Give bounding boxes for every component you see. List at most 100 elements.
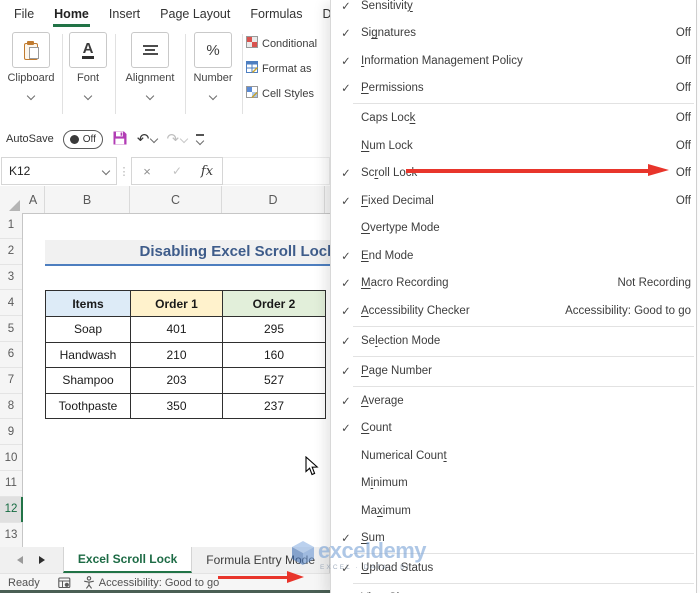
table-cell[interactable]: Toothpaste <box>45 392 131 419</box>
column-header-b[interactable]: B <box>45 186 130 213</box>
menu-item-caps-lock[interactable]: Caps Lock Off <box>331 105 696 133</box>
menu-item-signatures[interactable]: ✓ Signatures Off <box>331 20 696 48</box>
menu-item-fixed-decimal[interactable]: ✓ Fixed Decimal Off <box>331 187 696 215</box>
table-cell[interactable]: 210 <box>130 341 223 368</box>
undo-button[interactable]: ↶ <box>137 132 159 147</box>
menu-item-numerical-count[interactable]: Numerical Count <box>331 442 696 470</box>
alignment-icon[interactable] <box>131 32 169 68</box>
row-header-3[interactable]: 3 <box>0 265 22 291</box>
chevron-down-icon[interactable] <box>150 134 159 144</box>
select-all-corner[interactable] <box>0 186 23 214</box>
chevron-down-icon <box>195 136 205 146</box>
menu-item-value: Off <box>675 82 691 95</box>
styles-button-cell-styles[interactable]: Cell Styles <box>246 81 330 106</box>
ribbon-group-font[interactable]: A Font <box>58 32 118 104</box>
column-header-c[interactable]: C <box>130 186 222 213</box>
table-cell[interactable]: 350 <box>130 392 223 419</box>
redo-button[interactable]: ↷ <box>166 132 189 147</box>
menu-item-information-management-policy[interactable]: ✓ Information Management Policy Off <box>331 47 696 75</box>
table-cell[interactable]: Soap <box>45 316 131 343</box>
row-header-12[interactable]: 12 <box>0 496 23 523</box>
menu-item-page-number[interactable]: ✓ Page Number <box>331 357 696 385</box>
table-header-items[interactable]: Items <box>45 290 131 317</box>
table-cell[interactable]: Shampoo <box>45 367 131 394</box>
menu-item-view-shortcuts[interactable]: ✓View Shortcuts <box>331 585 696 593</box>
table-header-order-2[interactable]: Order 2 <box>222 290 326 317</box>
menu-item-sensitivity[interactable]: ✓ Sensitivity <box>331 0 696 20</box>
menu-item-label: Caps Lock <box>361 112 416 125</box>
chevron-down-icon[interactable] <box>208 91 218 101</box>
menu-item-num-lock[interactable]: Num Lock Off <box>331 132 696 160</box>
table-cell[interactable]: 295 <box>222 316 326 343</box>
customize-toolbar-button[interactable] <box>195 134 205 146</box>
table-cell[interactable]: Handwash <box>45 341 131 368</box>
menu-item-count[interactable]: ✓ Count <box>331 415 696 443</box>
table-cell[interactable]: 527 <box>222 367 326 394</box>
macro-record-icon[interactable] <box>58 576 71 589</box>
column-header-d[interactable]: D <box>222 186 325 213</box>
menu-item-end-mode[interactable]: ✓ End Mode <box>331 242 696 270</box>
formula-input[interactable] <box>223 157 330 185</box>
next-sheet-icon[interactable] <box>39 556 46 564</box>
menu-item-overtype-mode[interactable]: Overtype Mode <box>331 215 696 243</box>
previous-sheet-icon[interactable] <box>17 556 24 564</box>
sheet-tab-formula-entry-mode[interactable]: Formula Entry Mode <box>192 547 330 573</box>
row-header-10[interactable]: 10 <box>0 445 22 471</box>
row-header-11[interactable]: 11 <box>0 471 22 497</box>
row-header-1[interactable]: 1 <box>0 213 22 239</box>
menu-item-scroll-lock[interactable]: ✓ Scroll Lock Off <box>331 160 696 188</box>
ribbon-tab-formulas[interactable]: Formulas <box>240 0 312 28</box>
menu-item-maximum[interactable]: Maximum <box>331 497 696 525</box>
autosave-toggle[interactable]: Off <box>62 129 103 149</box>
table-cell[interactable]: 237 <box>222 392 326 419</box>
ribbon-tab-file[interactable]: File <box>4 0 44 28</box>
column-header-a[interactable]: A <box>22 186 45 213</box>
chevron-down-icon[interactable] <box>26 91 36 101</box>
chevron-down-icon[interactable] <box>101 166 111 176</box>
styles-button-conditional[interactable]: Conditional <box>246 31 330 56</box>
name-box[interactable]: K12 <box>1 157 117 185</box>
menu-item-sum[interactable]: ✓ Sum <box>331 525 696 553</box>
row-header-6[interactable]: 6 <box>0 342 22 368</box>
row-header-7[interactable]: 7 <box>0 368 22 394</box>
table-cell[interactable]: 401 <box>130 316 223 343</box>
percent-icon[interactable]: % <box>194 32 232 68</box>
drag-handle-icon[interactable]: ⋮ <box>117 156 131 186</box>
menu-item-selection-mode[interactable]: ✓ Selection Mode <box>331 327 696 355</box>
table-cell[interactable]: 160 <box>222 341 326 368</box>
row-header-2[interactable]: 2 <box>0 239 22 265</box>
cancel-icon[interactable]: × <box>132 158 162 184</box>
ribbon-tab-page-layout[interactable]: Page Layout <box>150 0 240 28</box>
ribbon-tab-insert[interactable]: Insert <box>99 0 150 28</box>
ribbon-tab-home[interactable]: Home <box>44 0 99 28</box>
ribbon-group-number[interactable]: % Number <box>183 32 243 104</box>
menu-item-macro-recording[interactable]: ✓ Macro Recording Not Recording <box>331 270 696 298</box>
menu-item-accessibility-checker[interactable]: ✓ Accessibility Checker Accessibility: Goo… <box>331 297 696 325</box>
row-header-5[interactable]: 5 <box>0 316 22 342</box>
accessibility-status[interactable]: Accessibility: Good to go <box>99 577 219 589</box>
row-header-8[interactable]: 8 <box>0 394 22 420</box>
row-header-13[interactable]: 13 <box>0 523 22 547</box>
font-icon[interactable]: A <box>69 32 107 68</box>
chevron-down-icon[interactable] <box>83 91 93 101</box>
enter-icon[interactable]: ✓ <box>162 158 192 184</box>
sheet-tab-excel-scroll-lock[interactable]: Excel Scroll Lock <box>62 547 193 573</box>
styles-button-format-as[interactable]: Format as <box>246 56 330 81</box>
menu-item-upload-status[interactable]: ✓ Upload Status <box>331 555 696 583</box>
ribbon-group-alignment[interactable]: Alignment <box>120 32 180 104</box>
row-header-9[interactable]: 9 <box>0 419 22 446</box>
menu-item-average[interactable]: ✓ Average <box>331 387 696 415</box>
name-box-value: K12 <box>9 164 31 178</box>
clipboard-icon[interactable] <box>12 32 50 68</box>
table-header-order-1[interactable]: Order 1 <box>130 290 223 317</box>
menu-item-permissions[interactable]: ✓ Permissions Off <box>331 75 696 103</box>
row-header-4[interactable]: 4 <box>0 290 22 317</box>
chevron-down-icon[interactable] <box>145 91 155 101</box>
insert-function-icon[interactable]: fx <box>192 158 222 184</box>
save-icon[interactable] <box>112 130 128 149</box>
ribbon-tab-data[interactable]: Data <box>312 0 330 28</box>
ribbon-group-clipboard[interactable]: Clipboard <box>1 32 61 104</box>
sheet-title-cell[interactable]: Disabling Excel Scroll Lock <box>45 240 330 266</box>
menu-item-minimum[interactable]: Minimum <box>331 470 696 498</box>
table-cell[interactable]: 203 <box>130 367 223 394</box>
